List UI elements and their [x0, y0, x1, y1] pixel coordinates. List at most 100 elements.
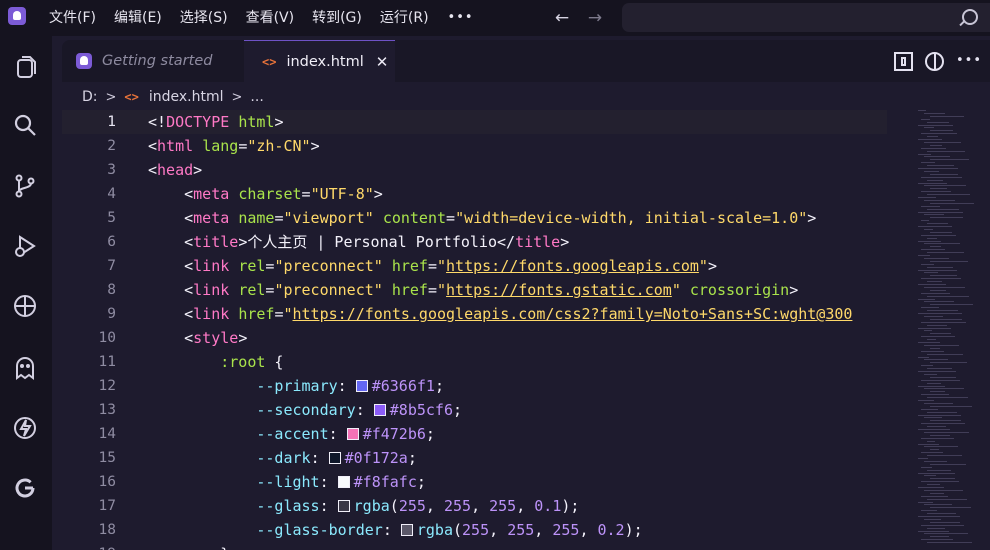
explorer-icon[interactable] [11, 53, 39, 81]
code-token: link [193, 257, 230, 275]
code-token: < [148, 185, 194, 203]
code-line[interactable]: 19 } [62, 542, 887, 550]
code-token: > [274, 113, 284, 131]
app-logo-icon [8, 7, 26, 25]
breadcrumb-more[interactable]: ... [250, 89, 263, 105]
menu-go[interactable]: 转到(G) [303, 0, 371, 36]
code-token: DOCTYPE [166, 113, 230, 131]
minimap-line [921, 249, 945, 251]
code-line[interactable]: 15 --dark: #0f172a; [62, 446, 887, 470]
minimap-line [924, 402, 953, 404]
minimap-line [930, 507, 971, 509]
source-control-icon[interactable] [11, 172, 39, 200]
code-line[interactable]: 6 <title>个人主页 | Personal Portfolio</titl… [62, 230, 887, 254]
forward-arrow-icon[interactable]: → [583, 6, 607, 30]
minimap-line [921, 133, 957, 135]
code-line[interactable]: 18 --glass-border: rgba(255, 255, 255, 0… [62, 518, 887, 542]
code-token: #6366f1 [371, 377, 435, 395]
code-token: : [355, 401, 374, 419]
code-token: : [310, 449, 329, 467]
code-line[interactable]: 7 <link rel="preconnect" href="https://f… [62, 254, 887, 278]
code-line[interactable]: 16 --light: #f8fafc; [62, 470, 887, 494]
lightning-icon[interactable] [11, 414, 39, 442]
code-token: "preconnect" [274, 257, 383, 275]
color-swatch[interactable] [373, 404, 386, 416]
code-line[interactable]: 12 --primary: #6366f1; [62, 374, 887, 398]
command-center-search[interactable] [622, 3, 990, 32]
minimap[interactable] [916, 108, 990, 550]
minimap-line [924, 272, 938, 274]
menu-selection[interactable]: 选择(S) [171, 0, 237, 36]
breadcrumb-file[interactable]: index.html [149, 89, 224, 105]
code-token: > [373, 185, 383, 203]
close-icon[interactable]: ✕ [376, 53, 389, 71]
code-token: meta [193, 185, 230, 203]
more-actions-icon[interactable]: ••• [956, 51, 981, 71]
line-content: --dark: #0f172a; [148, 446, 417, 470]
line-content: --glass: rgba(255, 255, 255, 0.1); [148, 494, 579, 518]
line-number: 11 [98, 354, 116, 370]
back-arrow-icon[interactable]: ← [550, 6, 574, 30]
extensions-icon[interactable] [11, 292, 39, 320]
code-token: --primary [256, 377, 338, 395]
menu-view[interactable]: 查看(V) [237, 0, 304, 36]
code-token: ; [416, 473, 426, 491]
code-token: > [193, 161, 203, 179]
code-token: "UTF-8" [310, 185, 374, 203]
code-line[interactable]: 8 <link rel="preconnect" href="https://f… [62, 278, 887, 302]
minimap-line [924, 243, 960, 245]
minimap-line [930, 449, 939, 451]
code-token: < [148, 305, 194, 323]
ghost-icon[interactable] [11, 354, 39, 382]
google-icon[interactable] [11, 474, 39, 502]
code-token: > [707, 257, 717, 275]
line-content: <meta charset="UTF-8"> [148, 182, 383, 206]
menu-file[interactable]: 文件(F) [40, 0, 105, 36]
color-swatch[interactable] [328, 452, 341, 464]
split-editor-icon[interactable] [925, 51, 944, 71]
code-token: : [319, 473, 338, 491]
minimap-line [930, 217, 963, 219]
tab-getting-started[interactable]: Getting started [62, 40, 243, 82]
code-line[interactable]: 11 :root { [62, 350, 887, 374]
editor-actions: ••• [882, 51, 981, 71]
tab-index-html[interactable]: <> index.html ✕ [244, 40, 395, 82]
menu-edit[interactable]: 编辑(E) [105, 0, 171, 36]
code-line[interactable]: 13 --secondary: #8b5cf6; [62, 398, 887, 422]
color-swatch[interactable] [337, 476, 350, 488]
code-line[interactable]: 3 <head> [62, 158, 887, 182]
layout-icon[interactable] [894, 51, 913, 71]
code-line[interactable]: 9 <link href="https://fonts.googleapis.c… [62, 302, 887, 326]
menu-run[interactable]: 运行(R) [371, 0, 438, 36]
menu-more-icon[interactable]: ••• [438, 0, 484, 36]
breadcrumb-drive[interactable]: D: [82, 89, 98, 105]
code-editor[interactable]: 1 <!DOCTYPE html> 2 <html lang="zh-CN"> 3 <he… [62, 110, 887, 550]
code-line[interactable]: 5 <meta name="viewport" content="width=d… [62, 206, 887, 230]
minimap-line [927, 266, 953, 268]
code-line[interactable]: 14 --accent: #f472b6; [62, 422, 887, 446]
line-content: <!DOCTYPE html> [148, 110, 283, 134]
minimap-line [930, 231, 952, 233]
code-line[interactable]: 4 <meta charset="UTF-8"> [62, 182, 887, 206]
minimap-line [927, 136, 938, 138]
minimap-line [921, 524, 964, 526]
code-line[interactable]: 1 <!DOCTYPE html> [62, 110, 887, 134]
minimap-line [930, 202, 974, 204]
minimap-line [924, 228, 933, 230]
code-line[interactable]: 10 <style> [62, 326, 887, 350]
color-swatch[interactable] [355, 380, 368, 392]
code-token: } [148, 545, 229, 550]
code-line[interactable]: 2 <html lang="zh-CN"> [62, 134, 887, 158]
color-swatch[interactable] [346, 428, 359, 440]
code-line[interactable]: 17 --glass: rgba(255, 255, 255, 0.1); [62, 494, 887, 518]
minimap-line [927, 426, 946, 428]
minimap-line [924, 257, 949, 259]
code-token: = [301, 185, 311, 203]
color-swatch[interactable] [400, 524, 413, 536]
code-token: > [807, 209, 817, 227]
search-icon[interactable] [11, 111, 39, 139]
minimap-line [918, 414, 961, 416]
run-debug-icon[interactable] [11, 232, 39, 260]
color-swatch[interactable] [337, 500, 350, 512]
